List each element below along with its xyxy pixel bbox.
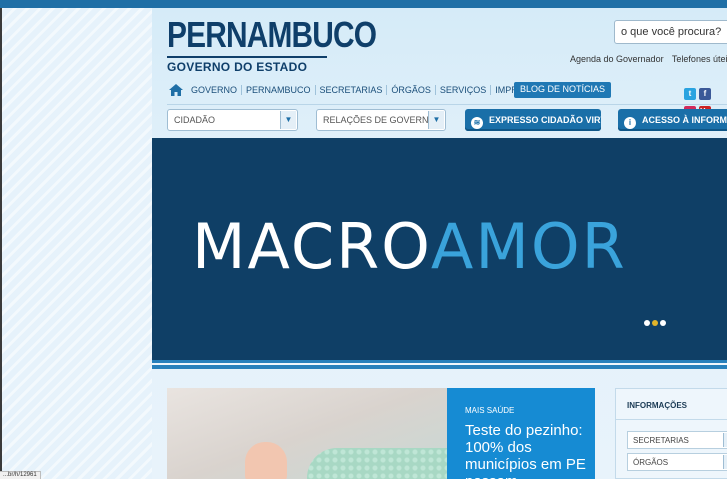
main-nav: GOVERNO PERNAMBUCO SECRETARIAS ÓRGÃOS SERVIÇ… [167, 80, 727, 118]
nav-item-orgaos[interactable]: ÓRGÃOS [386, 85, 435, 95]
info-divider [616, 419, 727, 420]
info-panel: INFORMAÇÕES SECRETARIAS ▼ ÓRGÃOS ▼ [615, 388, 727, 479]
cidadao-label: CIDADÃO [174, 115, 216, 125]
status-bar-url: ...br/h/12961 [0, 471, 41, 479]
carousel-dots [644, 313, 668, 331]
utility-links: Agenda do Governador Telefones úteis Co [570, 54, 727, 64]
carousel-dot[interactable] [660, 320, 666, 326]
nav-item-pernambuco[interactable]: PERNAMBUCO [241, 85, 315, 95]
orgaos-dropdown[interactable]: ÓRGÃOS ▼ [627, 453, 727, 471]
relacoes-dropdown[interactable]: RELAÇÕES DE GOVERNO ▼ [316, 109, 446, 131]
blanket-image [307, 448, 447, 479]
window-left-border [0, 8, 2, 479]
carousel-dot[interactable] [644, 320, 650, 326]
info-icon: i [624, 117, 636, 129]
hero-title: MACROAMOR [192, 215, 627, 279]
site-logo[interactable]: PERNAMBUCO GOVERNO DO ESTADO [167, 14, 377, 74]
chevron-down-icon: ▼ [428, 111, 444, 129]
top-strip [0, 0, 727, 8]
relacoes-label: RELAÇÕES DE GOVERNO [323, 115, 436, 125]
link-agenda[interactable]: Agenda do Governador [570, 54, 664, 64]
chevron-down-icon: ▼ [723, 433, 727, 447]
nav-item-servicos[interactable]: SERVIÇOS [434, 85, 490, 95]
logo-title: PERNAMBUCO [167, 14, 377, 55]
cidadao-dropdown[interactable]: CIDADÃO ▼ [167, 109, 298, 131]
logo-divider [167, 56, 327, 58]
hero-word-macro: MACRO [192, 210, 431, 283]
page-container: PERNAMBUCO GOVERNO DO ESTADO o que você … [152, 8, 727, 479]
chevron-down-icon: ▼ [723, 455, 727, 469]
secretarias-label: SECRETARIAS [633, 436, 689, 445]
rss-icon: ≋ [471, 117, 483, 129]
secretarias-dropdown[interactable]: SECRETARIAS ▼ [627, 431, 727, 449]
logo-subtitle: GOVERNO DO ESTADO [167, 60, 308, 74]
expresso-label: EXPRESSO CIDADÃO VIRTUAL [489, 115, 601, 125]
info-title: INFORMAÇÕES [627, 401, 687, 410]
nav-item-governo[interactable]: GOVERNO [191, 85, 241, 95]
news-image[interactable] [167, 388, 447, 479]
chevron-down-icon: ▼ [280, 111, 296, 129]
search-input[interactable]: o que você procura? [614, 20, 727, 44]
hero-banner[interactable]: MACROAMOR [152, 138, 727, 360]
news-card[interactable]: MAIS SAÚDE Teste do pezinho: 100% dos mu… [447, 388, 595, 479]
nav-items: GOVERNO PERNAMBUCO SECRETARIAS ÓRGÃOS SERVIÇ… [191, 85, 546, 95]
nav-item-secretarias[interactable]: SECRETARIAS [314, 85, 387, 95]
hero-bottom-bar [152, 360, 727, 369]
orgaos-label: ÓRGÃOS [633, 458, 669, 467]
facebook-icon[interactable]: f [699, 88, 711, 100]
expresso-button[interactable]: ≋ EXPRESSO CIDADÃO VIRTUAL [465, 109, 601, 131]
link-telefones[interactable]: Telefones úteis [672, 54, 727, 64]
twitter-icon[interactable]: t [684, 88, 696, 100]
acesso-button[interactable]: i ACESSO À INFORMAÇÃO [618, 109, 727, 131]
blog-button[interactable]: BLOG DE NOTÍCIAS [514, 82, 612, 98]
news-category: MAIS SAÚDE [465, 406, 515, 415]
home-icon[interactable] [169, 84, 183, 96]
carousel-dot-active[interactable] [652, 320, 658, 326]
news-title[interactable]: Teste do pezinho: 100% dos municípios em… [465, 422, 590, 479]
acesso-label: ACESSO À INFORMAÇÃO [642, 115, 727, 125]
hero-word-amor: AMOR [430, 210, 627, 283]
baby-foot-image [245, 442, 287, 479]
